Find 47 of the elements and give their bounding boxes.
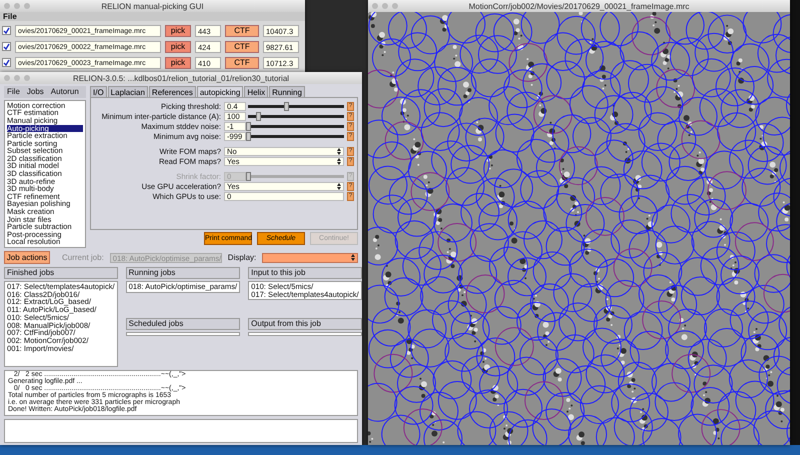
display-dropdown[interactable] xyxy=(262,252,358,262)
checkbox[interactable] xyxy=(2,42,11,51)
tab[interactable]: autopicking xyxy=(196,86,244,97)
ctf-button[interactable]: CTF xyxy=(225,24,259,36)
slider-track[interactable] xyxy=(248,175,344,178)
pick-button[interactable]: pick xyxy=(165,56,191,68)
tab[interactable]: References xyxy=(148,86,196,97)
ctf-button[interactable]: CTF xyxy=(225,40,259,52)
menu-item[interactable]: File xyxy=(7,87,20,97)
up-down-arrow-icon xyxy=(337,183,341,190)
slider-track[interactable] xyxy=(248,115,344,118)
ctf-button[interactable]: CTF xyxy=(225,56,259,68)
window-title: RELION manual-picking GUI xyxy=(101,2,204,10)
slider-track[interactable] xyxy=(248,105,344,108)
job-actions-button[interactable]: Job actions xyxy=(4,251,50,264)
menu-item[interactable]: Jobs xyxy=(26,87,44,97)
checkbox[interactable] xyxy=(2,26,11,35)
up-down-arrow-icon xyxy=(337,148,341,155)
check-icon xyxy=(3,27,10,34)
menu-item[interactable]: File xyxy=(3,12,17,21)
pick-button[interactable]: pick xyxy=(165,24,191,36)
slider-thumb[interactable] xyxy=(256,112,261,121)
slider-thumb[interactable] xyxy=(246,122,251,131)
panel-header: Running jobs xyxy=(126,267,240,279)
panel-header: Input to this job xyxy=(248,267,362,279)
slider-track[interactable] xyxy=(248,135,344,138)
panel-header: Output from this job xyxy=(248,318,362,330)
slider-thumb[interactable] xyxy=(246,132,251,141)
checkbox[interactable] xyxy=(2,58,11,67)
panel-header: Finished jobs xyxy=(4,267,118,279)
up-down-arrow-icon xyxy=(351,254,355,261)
slider-thumb[interactable] xyxy=(284,102,290,111)
tab[interactable]: Running xyxy=(269,86,305,97)
check-icon xyxy=(3,43,10,50)
tab[interactable]: Laplacian xyxy=(108,86,148,97)
up-down-arrow-icon xyxy=(337,158,341,165)
tab[interactable]: Helix xyxy=(244,86,268,97)
pick-button[interactable]: pick xyxy=(165,40,191,52)
panel-header: Scheduled jobs xyxy=(126,318,240,330)
window-title: MotionCorr/job002/Movies/20170629_00021_frameImage.mrc xyxy=(468,2,690,10)
display-label: Display: xyxy=(228,253,256,262)
window-title: RELION-3.0.5: ...kdlbos01/relion_tutorial_01/relion30_tutorial xyxy=(72,74,290,82)
check-icon xyxy=(3,59,10,66)
menu-item[interactable]: Autorun xyxy=(50,87,79,97)
tab[interactable]: I/O xyxy=(90,86,107,97)
current-job-label: Current job: xyxy=(62,253,104,262)
slider-track[interactable] xyxy=(248,125,344,128)
